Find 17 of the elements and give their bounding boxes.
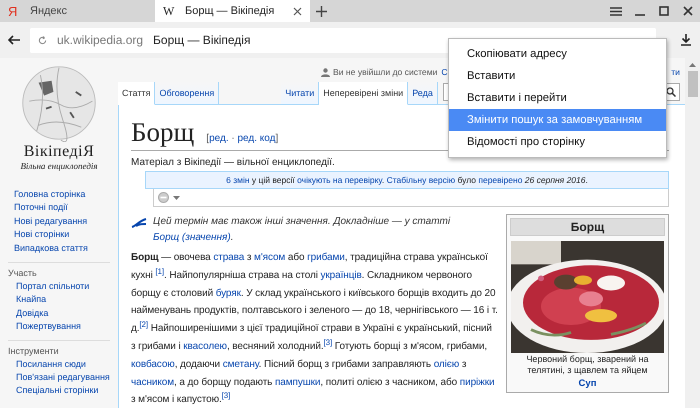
hatnote: Цей термін має також інші значення. Докладніше — у статті Борщ (значення). xyxy=(153,215,452,245)
section-heading: Інструменти xyxy=(8,346,60,356)
edit-links: [ред. · ред. код] xyxy=(206,133,278,144)
section-heading: Участь xyxy=(8,268,38,278)
login-status: Ви не увійшли до системи xyxy=(333,67,438,77)
logo-title: ВікіпедіЯ xyxy=(24,143,94,161)
image-caption: Червоний борщ, зварений на телятині, з щавлем та яйцем xyxy=(525,354,650,375)
tab-title: Яндекс xyxy=(30,5,68,17)
review-notice: 6 змін у цій версії очікують на перевірку. Стабільну версію було перевірено 26 серпня 2016. xyxy=(145,171,669,189)
article-paragraph: Борщ — овочева страва з м'ясом або грибами, традиційна страва української кухні $^{[1]}$. Найпопулярніша страва на столі українців. Складником червоного борщу є столовий буряк. У склад українського і київського борщів входить до 20 найменувань продуктів, полтавського і зеленого — до 18, чернігівського — 16 і т. д.$^{[2]}$ Найпоширенішими з цієї традиційної страви в Україні є український, пісний з грибами і квасолею, весняний холодний.$^{[3]}$ Готують борщі з м'ясом, грибами, ковбасою, додаючи сметану. Пісний борщ з грибами заправляють олією з часником, а до борщу подають пампушки, политі олією з часником, або пиріжки з м'ясом і капустою.$^{[3]}$ xyxy=(131,251,498,408)
tab-title: Борщ — Вікіпедія xyxy=(185,5,276,17)
article-title: Борщ xyxy=(131,117,194,148)
logo-subtitle: Вільна енциклопедія xyxy=(20,161,98,171)
yandex-logo-icon: Я xyxy=(8,4,22,18)
infobox-title: Борщ xyxy=(510,218,665,236)
tagline: Матеріал з Вікіпедії — вільної енциклопедії. xyxy=(131,157,336,168)
wikipedia-logo-icon: W xyxy=(163,4,177,18)
